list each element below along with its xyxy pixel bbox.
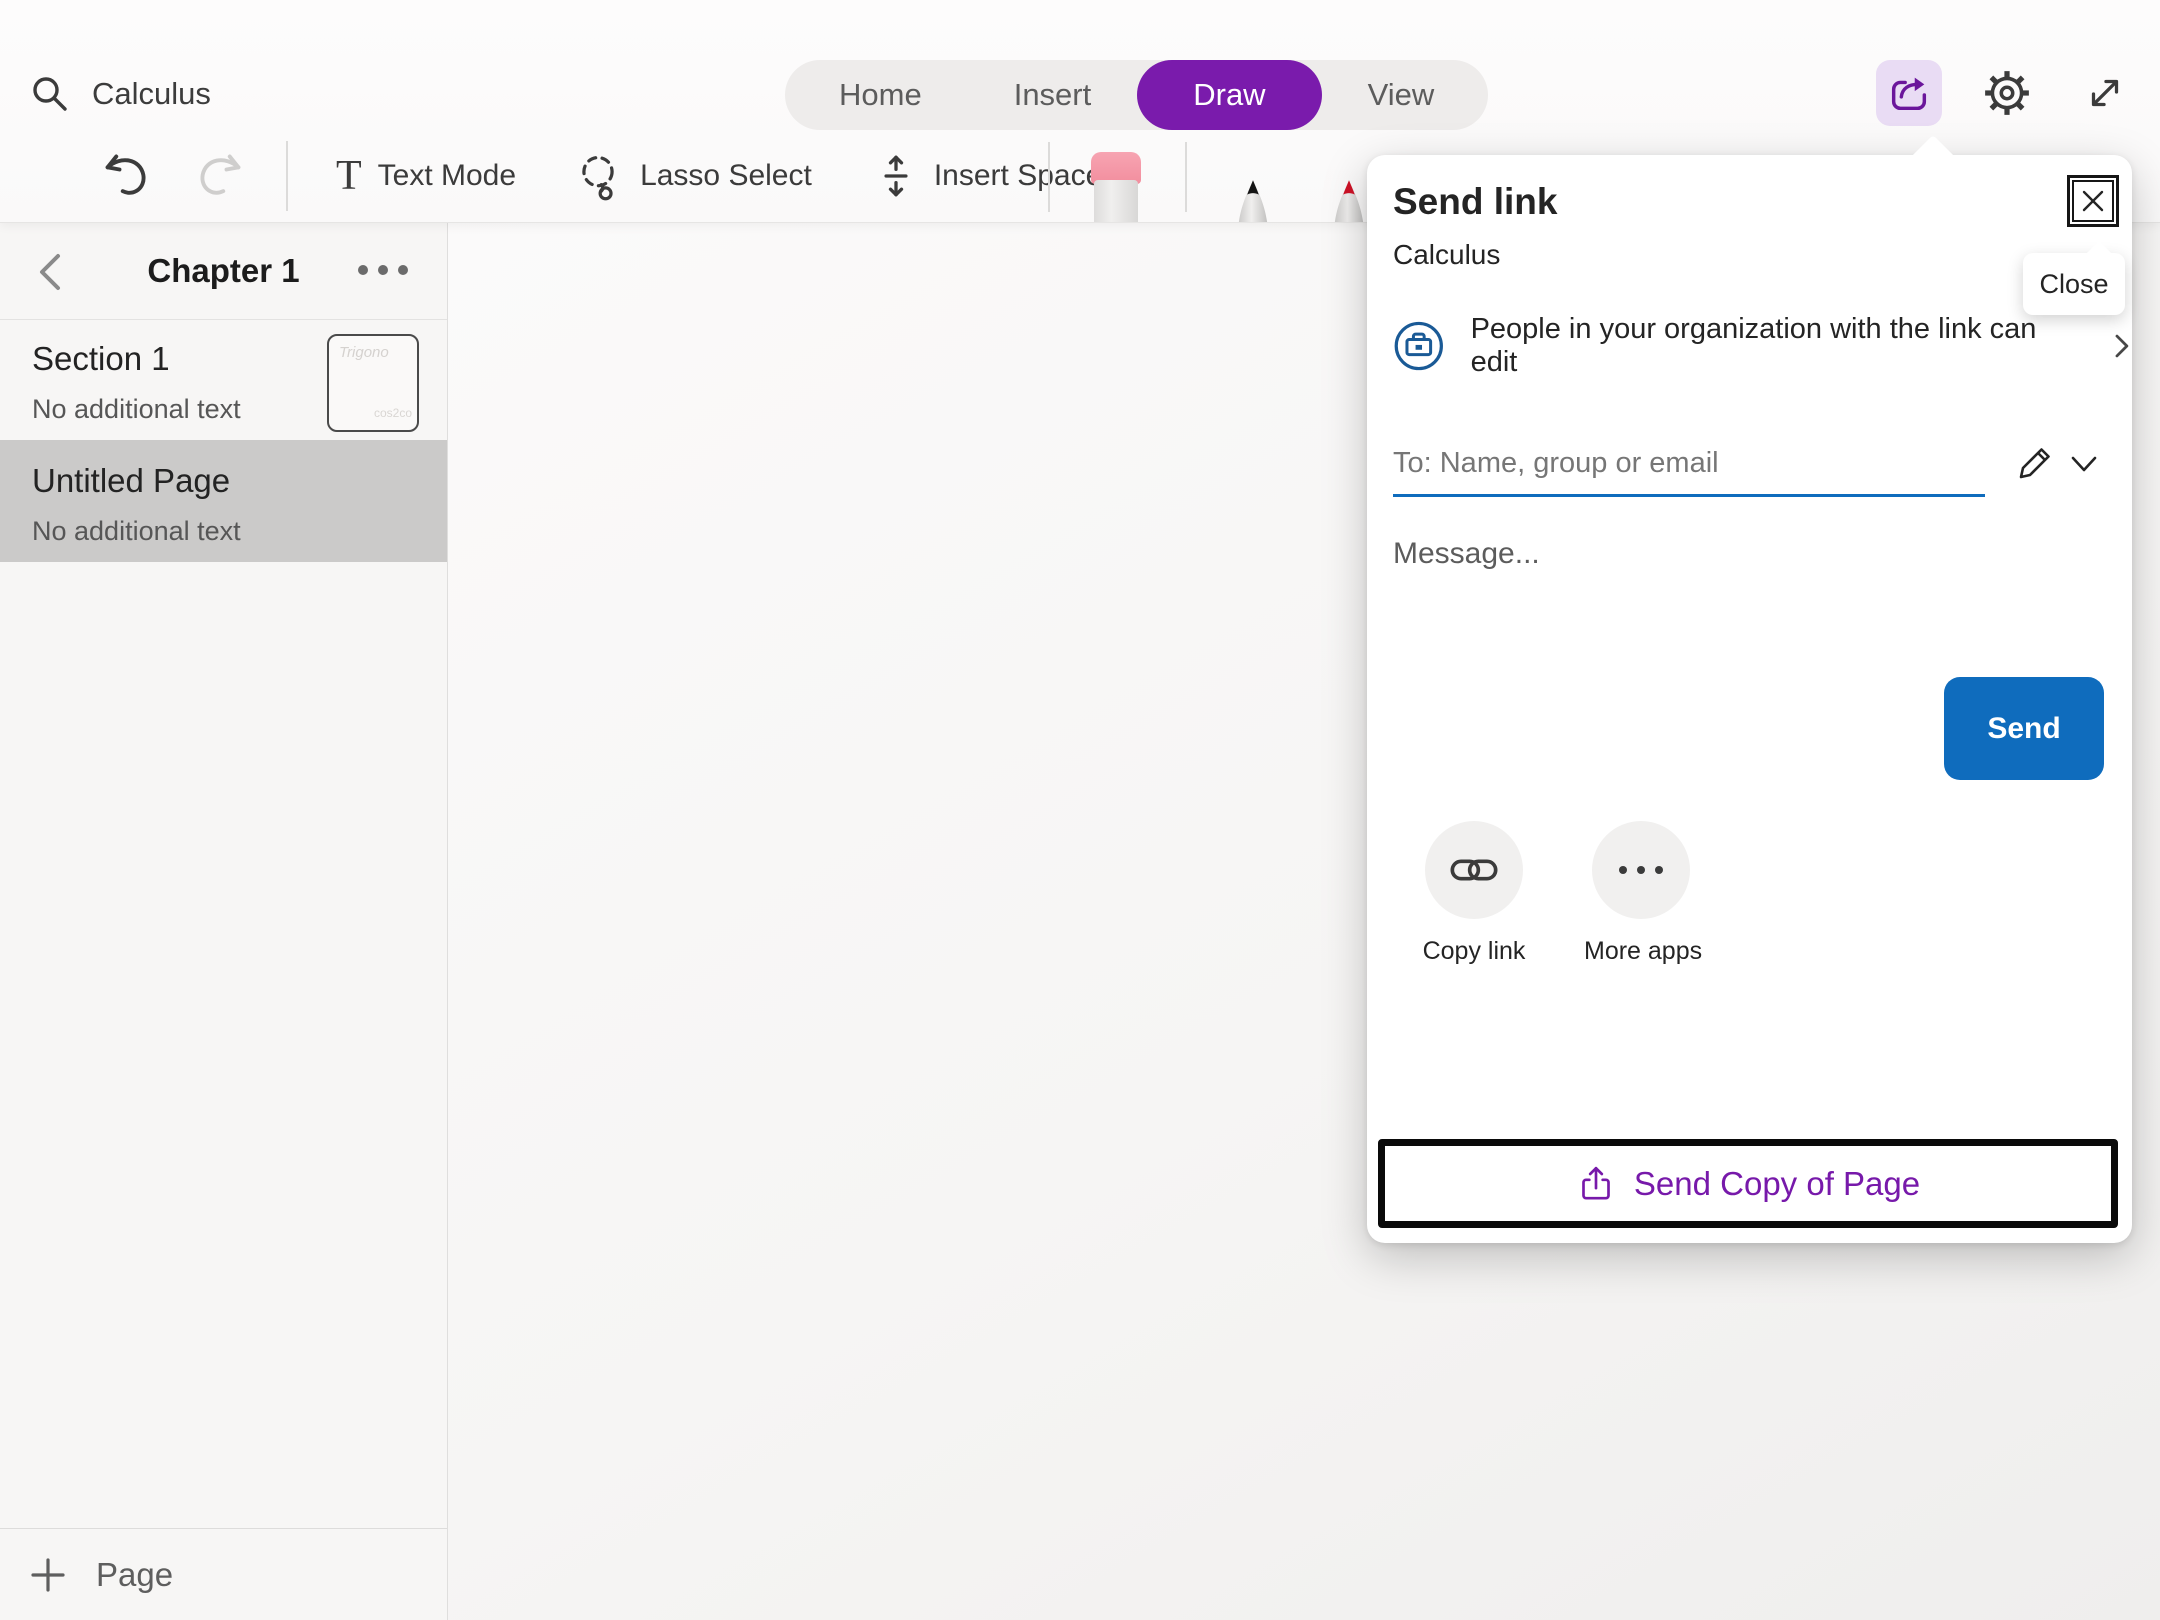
- more-apps-button[interactable]: More apps: [1584, 821, 1698, 966]
- link-permissions-button[interactable]: People in your organization with the lin…: [1393, 313, 2132, 379]
- message-input[interactable]: [1393, 527, 1953, 581]
- thumbnail-handwriting: cos2co: [374, 406, 412, 420]
- tab-home[interactable]: Home: [793, 60, 968, 130]
- fullscreen-button[interactable]: [2072, 60, 2138, 126]
- tab-insert[interactable]: Insert: [968, 60, 1138, 130]
- close-tooltip-label: Close: [2039, 269, 2108, 300]
- red-pen-tool[interactable]: [1326, 168, 1372, 222]
- add-page-label: Page: [96, 1556, 173, 1594]
- sidebar-header: Chapter 1: [0, 222, 447, 320]
- lasso-icon: [572, 150, 624, 202]
- page-title: Untitled Page: [32, 462, 230, 500]
- black-pen-tool[interactable]: [1230, 168, 1276, 222]
- toolbar-divider: [286, 141, 288, 211]
- send-copy-of-page-label: Send Copy of Page: [1634, 1165, 1920, 1203]
- insert-space-button[interactable]: Insert Space: [874, 151, 1102, 201]
- recipient-input[interactable]: [1393, 433, 1985, 497]
- section-more-button[interactable]: [355, 262, 411, 278]
- lasso-select-button[interactable]: Lasso Select: [572, 150, 812, 202]
- page-row-section-1[interactable]: Section 1 No additional text Trigono cos…: [0, 322, 447, 440]
- gear-icon: [1982, 68, 2032, 118]
- send-link-dialog: Send link Calculus Close People in your …: [1367, 155, 2132, 1243]
- copy-link-button[interactable]: Copy link: [1417, 821, 1531, 966]
- page-thumbnail: Trigono cos2co: [327, 334, 419, 432]
- close-icon: [2079, 187, 2107, 215]
- undo-icon: [100, 150, 152, 202]
- insert-space-icon: [874, 151, 918, 201]
- tab-view[interactable]: View: [1322, 60, 1481, 130]
- close-tooltip: Close: [2023, 253, 2125, 315]
- page-row-untitled-page[interactable]: Untitled Page No additional text: [0, 440, 447, 562]
- onenote-app: Calculus Home Insert Draw View: [0, 0, 2160, 1620]
- toolbar-divider: [1185, 142, 1187, 212]
- organization-briefcase-icon: [1393, 320, 1445, 372]
- text-mode-icon: T: [336, 155, 362, 197]
- ellipsis-icon: [1617, 864, 1665, 876]
- edit-pencil-icon[interactable]: [2015, 443, 2055, 483]
- page-subtitle: No additional text: [32, 516, 241, 547]
- eraser-tool[interactable]: [1090, 152, 1142, 222]
- thumbnail-handwriting: Trigono: [339, 344, 389, 361]
- expand-icon: [2082, 70, 2128, 116]
- chevron-right-icon: [2112, 331, 2132, 361]
- page-list-sidebar: Chapter 1 Section 1 No additional text T…: [0, 222, 448, 1620]
- page-subtitle: No additional text: [32, 394, 241, 425]
- settings-button[interactable]: [1974, 60, 2040, 126]
- notebook-name: Calculus: [92, 76, 211, 112]
- toolbar-divider: [1048, 142, 1050, 212]
- ribbon-tabs: Home Insert Draw View: [785, 60, 1488, 130]
- chevron-down-icon[interactable]: [2069, 453, 2099, 475]
- insert-space-label: Insert Space: [934, 159, 1102, 193]
- close-button[interactable]: [2067, 175, 2119, 227]
- more-apps-label: More apps: [1584, 937, 1698, 966]
- share-icon: [1886, 70, 1932, 116]
- text-mode-button[interactable]: T Text Mode: [336, 155, 516, 197]
- send-copy-of-page-button[interactable]: Send Copy of Page: [1378, 1139, 2118, 1228]
- copy-link-label: Copy link: [1417, 937, 1531, 966]
- link-permissions-label: People in your organization with the lin…: [1471, 313, 2087, 379]
- redo-button[interactable]: [194, 150, 246, 202]
- dialog-title: Send link: [1393, 181, 1557, 223]
- plus-icon: [30, 1557, 66, 1593]
- share-up-icon: [1576, 1163, 1616, 1205]
- undo-button[interactable]: [100, 150, 152, 202]
- link-icon: [1448, 844, 1500, 896]
- redo-icon: [194, 150, 246, 202]
- lasso-select-label: Lasso Select: [640, 159, 812, 193]
- dialog-notebook-name: Calculus: [1393, 239, 1500, 271]
- search-icon: [30, 74, 70, 114]
- notebook-search[interactable]: Calculus: [30, 74, 211, 114]
- text-mode-label: Text Mode: [378, 159, 516, 193]
- share-button[interactable]: [1876, 60, 1942, 126]
- tab-draw[interactable]: Draw: [1137, 60, 1321, 130]
- send-button[interactable]: Send: [1944, 677, 2104, 780]
- add-page-button[interactable]: Page: [0, 1528, 447, 1620]
- page-title: Section 1: [32, 340, 170, 378]
- top-right-actions: [1876, 60, 2138, 126]
